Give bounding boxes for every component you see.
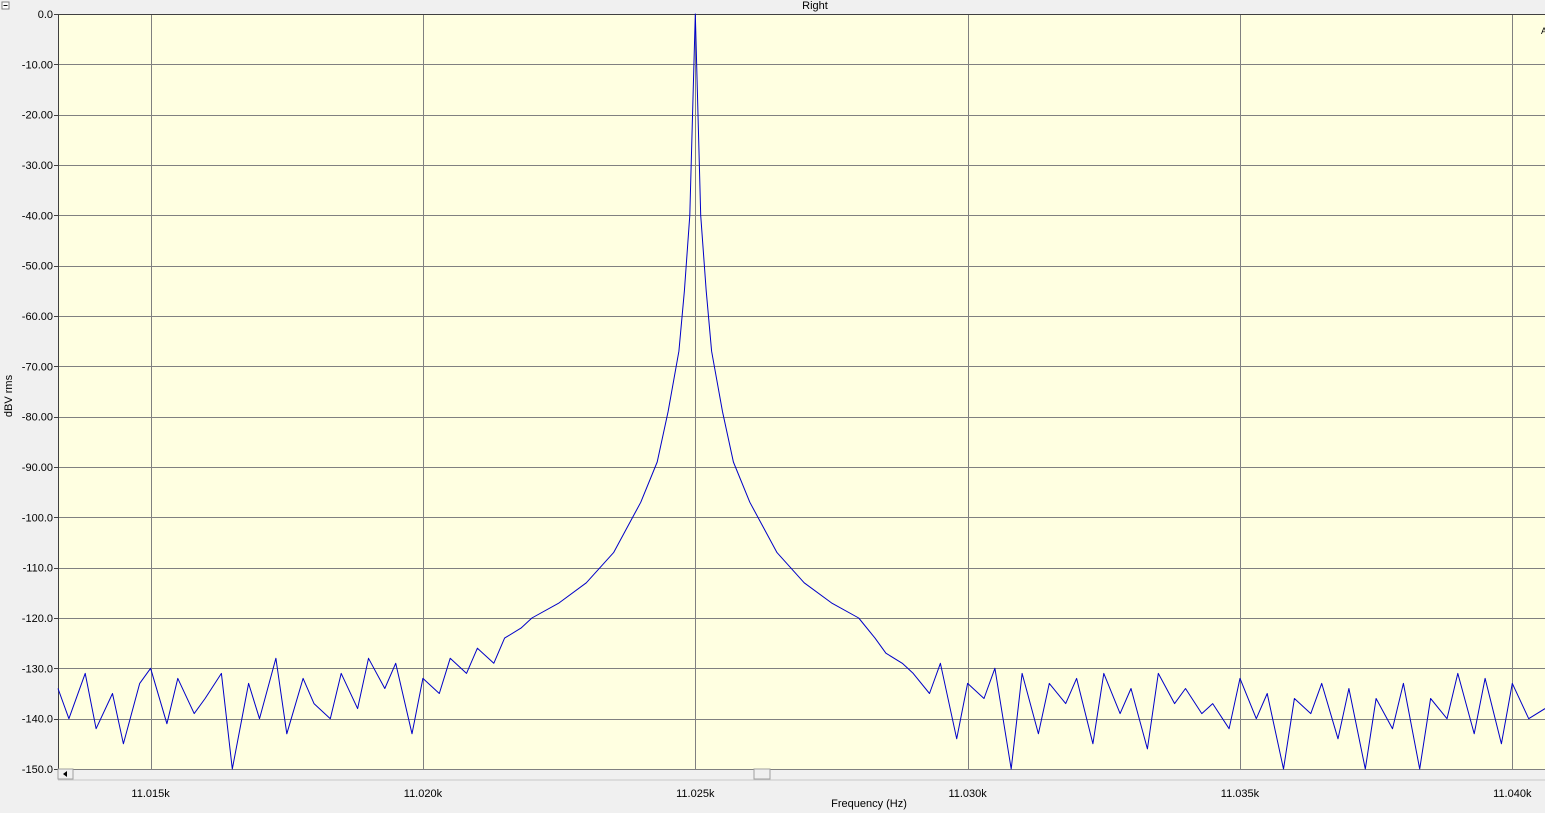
minus-box-icon[interactable] <box>1 1 10 10</box>
y-tick-label: -140.0 <box>22 714 53 726</box>
triangle-left-icon[interactable] <box>57 768 74 780</box>
y-tick-label: -120.0 <box>22 613 53 625</box>
y-tick-label: -130.0 <box>22 663 53 675</box>
spectrum-chart: 0.0 -10.00 -20.00 -30.00 -40.00 -50.00 -60.00 -… <box>1 0 1545 810</box>
y-tick-label: -80.00 <box>22 412 53 424</box>
y-axis-title: dBV rms <box>3 374 15 417</box>
y-tick-label: -90.00 <box>22 462 53 474</box>
x-tick-label: 11.040k <box>1493 788 1532 800</box>
y-tick-label: -10.00 <box>22 59 53 71</box>
plot-area[interactable] <box>58 14 1545 769</box>
y-tick-label: -40.00 <box>22 210 53 222</box>
x-axis-title: Frequency (Hz) <box>831 798 907 810</box>
y-tick-label: -100.0 <box>22 512 53 524</box>
y-tick-label: 0.0 <box>38 9 53 21</box>
x-tick-label: 11.025k <box>676 788 715 800</box>
y-tick-label: -50.00 <box>22 261 53 273</box>
y-tick-label: -30.00 <box>22 160 53 172</box>
y-axis-ticks: 0.0 -10.00 -20.00 -30.00 -40.00 -50.00 -60.00 -… <box>22 9 58 776</box>
x-tick-label: 11.015k <box>131 788 170 800</box>
scroll-thumb-icon[interactable] <box>753 768 771 780</box>
corner-label: A <box>1541 26 1545 36</box>
y-tick-label: -110.0 <box>23 563 53 575</box>
y-tick-label: -70.00 <box>22 361 53 373</box>
horizontal-scrollbar[interactable] <box>57 768 1545 781</box>
x-tick-label: 11.035k <box>1221 788 1260 800</box>
x-tick-label: 11.030k <box>948 788 987 800</box>
chart-title: Right <box>802 0 828 12</box>
y-tick-label: -60.00 <box>22 311 53 323</box>
y-tick-label: -150.0 <box>22 764 53 776</box>
x-tick-label: 11.020k <box>404 788 443 800</box>
y-tick-label: -20.00 <box>22 110 53 122</box>
